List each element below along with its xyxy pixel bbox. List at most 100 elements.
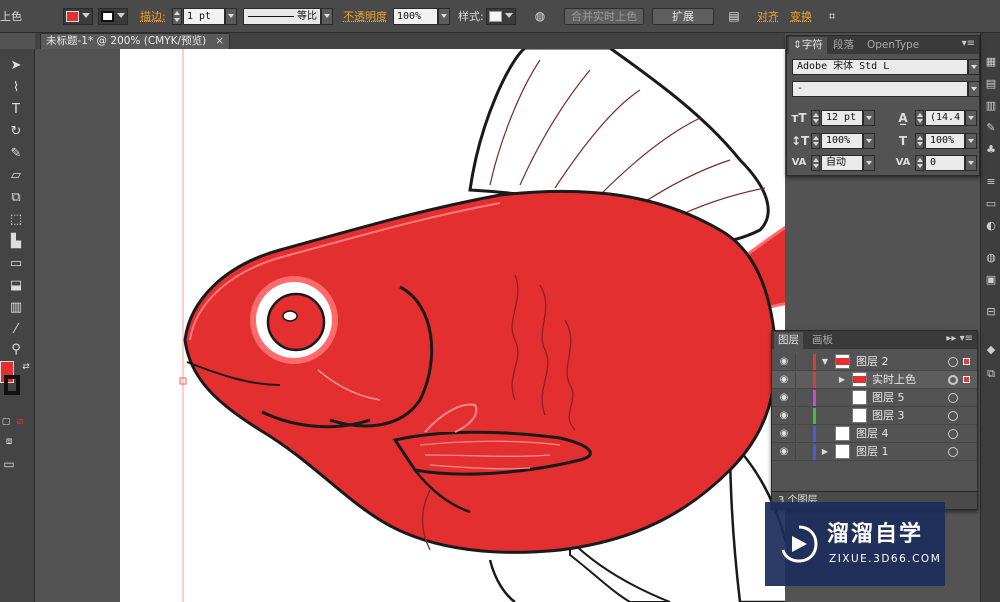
visibility-eye-icon[interactable]: ◉: [778, 392, 790, 404]
align-panel-icon[interactable]: ⊟: [984, 305, 998, 319]
eyedropper-tool-icon[interactable]: ⁄: [7, 321, 25, 339]
vertical-scale-dropdown[interactable]: [863, 133, 875, 149]
vertical-scale-field[interactable]: 100%: [821, 133, 863, 149]
visibility-eye-icon[interactable]: ◉: [778, 428, 790, 440]
selection-tool-icon[interactable]: ➤: [7, 57, 25, 75]
column-graph-tool-icon[interactable]: ▥: [7, 299, 25, 317]
color-mode-icon[interactable]: ▢: [0, 413, 12, 431]
layer-row[interactable]: ◉ 图层 4: [772, 425, 977, 443]
tab-artboards[interactable]: 画板: [808, 332, 837, 349]
font-family-dropdown[interactable]: [968, 59, 980, 75]
opacity-dropdown[interactable]: [438, 8, 450, 25]
lasso-tool-icon[interactable]: ⌇: [7, 79, 25, 97]
rotate-tool-icon[interactable]: ↻: [7, 123, 25, 141]
target-circle-icon[interactable]: [948, 447, 958, 457]
transparency-icon[interactable]: ◐: [984, 219, 998, 233]
lock-toggle[interactable]: [795, 426, 809, 442]
stroke-label[interactable]: 描边:: [140, 8, 166, 25]
recolor-artwork-icon[interactable]: ◍: [532, 8, 548, 25]
none-color-icon[interactable]: ⧄: [14, 413, 26, 431]
tracking-stepper[interactable]: [915, 155, 924, 171]
draw-mode-icon[interactable]: ⧈: [0, 433, 18, 451]
target-circle-icon[interactable]: [948, 411, 958, 421]
lock-toggle[interactable]: [795, 354, 809, 370]
kerning-stepper[interactable]: [811, 155, 820, 171]
font-style-dropdown[interactable]: [968, 81, 980, 97]
layer-name[interactable]: 图层 3: [872, 407, 905, 425]
expand-triangle-icon[interactable]: ▼: [820, 356, 830, 368]
selection-indicator[interactable]: [963, 376, 970, 383]
font-size-field[interactable]: 12 pt: [821, 110, 863, 126]
visibility-eye-icon[interactable]: ◉: [778, 356, 790, 368]
tab-layers[interactable]: 图层: [774, 332, 803, 349]
leading-field[interactable]: (14.4: [925, 110, 965, 126]
font-family-field[interactable]: Adobe 宋体 Std L: [792, 59, 968, 75]
stroke-weight-dropdown[interactable]: [225, 8, 237, 25]
stroke-panel-icon[interactable]: ≡: [984, 175, 998, 189]
target-circle-icon[interactable]: [948, 357, 958, 367]
tab-character[interactable]: ⇕字符: [789, 37, 827, 54]
lock-toggle[interactable]: [795, 390, 809, 406]
live-paint-tool-icon[interactable]: ⬓: [7, 277, 25, 295]
layer-name[interactable]: 实时上色: [872, 371, 916, 389]
stroke-weight-stepper[interactable]: [172, 8, 182, 25]
layer-row[interactable]: ◉ 图层 3: [772, 407, 977, 425]
expand-triangle-icon[interactable]: ▶: [820, 446, 830, 458]
swap-colors-icon[interactable]: ⇄: [17, 358, 35, 376]
horizontal-scale-dropdown[interactable]: [965, 133, 977, 149]
stroke-profile-dropdown[interactable]: [321, 8, 333, 25]
horizontal-scale-stepper[interactable]: [915, 133, 924, 149]
document-setup-icon[interactable]: ▤: [726, 8, 742, 25]
pencil-tool-icon[interactable]: ✎: [7, 145, 25, 163]
vertical-scale-stepper[interactable]: [811, 133, 820, 149]
artboards-panel-icon[interactable]: ⧉: [984, 367, 998, 381]
layer-name[interactable]: 图层 2: [856, 353, 889, 371]
opacity-field[interactable]: 100%: [393, 8, 438, 25]
opacity-label[interactable]: 不透明度: [343, 8, 387, 25]
layer-row[interactable]: ◉ 图层 5: [772, 389, 977, 407]
fill-color-swatch[interactable]: [63, 8, 93, 25]
lock-toggle[interactable]: [795, 372, 809, 388]
isolate-icon[interactable]: ⌗: [824, 8, 840, 25]
font-size-dropdown[interactable]: [863, 110, 875, 126]
expand-triangle-icon[interactable]: ▶: [837, 374, 847, 386]
layer-row[interactable]: ◉ ▶ 实时上色: [772, 371, 977, 389]
color-panel-icon[interactable]: ▦: [984, 55, 998, 69]
stroke-profile-select[interactable]: 等比: [243, 8, 321, 25]
transform-link[interactable]: 变换: [790, 8, 812, 25]
expand-button[interactable]: 扩展: [652, 8, 714, 25]
layer-name[interactable]: 图层 1: [856, 443, 889, 461]
layer-name[interactable]: 图层 4: [856, 425, 889, 443]
layers-panel-icon[interactable]: ◆: [984, 343, 998, 357]
scale-tool-icon[interactable]: ⧉: [7, 189, 25, 207]
selection-indicator[interactable]: [963, 358, 970, 365]
tab-opentype[interactable]: OpenType: [863, 37, 923, 54]
target-circle-icon[interactable]: [948, 429, 958, 439]
appearance-icon[interactable]: ◍: [984, 251, 998, 265]
eraser-tool-icon[interactable]: ▱: [7, 167, 25, 185]
kerning-field[interactable]: 自动: [821, 155, 863, 171]
canvas-area[interactable]: [35, 49, 785, 602]
tab-paragraph[interactable]: 段落: [829, 37, 858, 54]
target-circle-icon[interactable]: [948, 393, 958, 403]
type-tool-icon[interactable]: T: [7, 101, 25, 119]
panel-menu-icon[interactable]: ▸▸ ▾≡: [946, 333, 973, 344]
visibility-eye-icon[interactable]: ◉: [778, 374, 790, 386]
font-style-field[interactable]: -: [792, 81, 968, 97]
font-size-stepper[interactable]: [811, 110, 820, 126]
graphic-style-swatch[interactable]: [486, 8, 516, 25]
zoom-tool-icon[interactable]: ⚲: [7, 341, 25, 359]
close-icon[interactable]: ×: [215, 34, 224, 49]
stroke-weight-field[interactable]: 1 pt: [183, 8, 225, 25]
screen-mode-icon[interactable]: ▭: [0, 455, 18, 473]
layer-row[interactable]: ◉ ▼ 图层 2: [772, 353, 977, 371]
gradient-panel-icon[interactable]: ▭: [984, 197, 998, 211]
lock-toggle[interactable]: [795, 408, 809, 424]
symbols-icon[interactable]: ♣: [984, 143, 998, 157]
target-circle-icon[interactable]: [948, 375, 958, 385]
free-transform-tool-icon[interactable]: ⬚: [7, 211, 25, 229]
align-link[interactable]: 对齐: [757, 8, 779, 25]
gradient-tool-icon[interactable]: ▭: [7, 255, 25, 273]
visibility-eye-icon[interactable]: ◉: [778, 446, 790, 458]
brushes-icon[interactable]: ✎: [984, 121, 998, 135]
